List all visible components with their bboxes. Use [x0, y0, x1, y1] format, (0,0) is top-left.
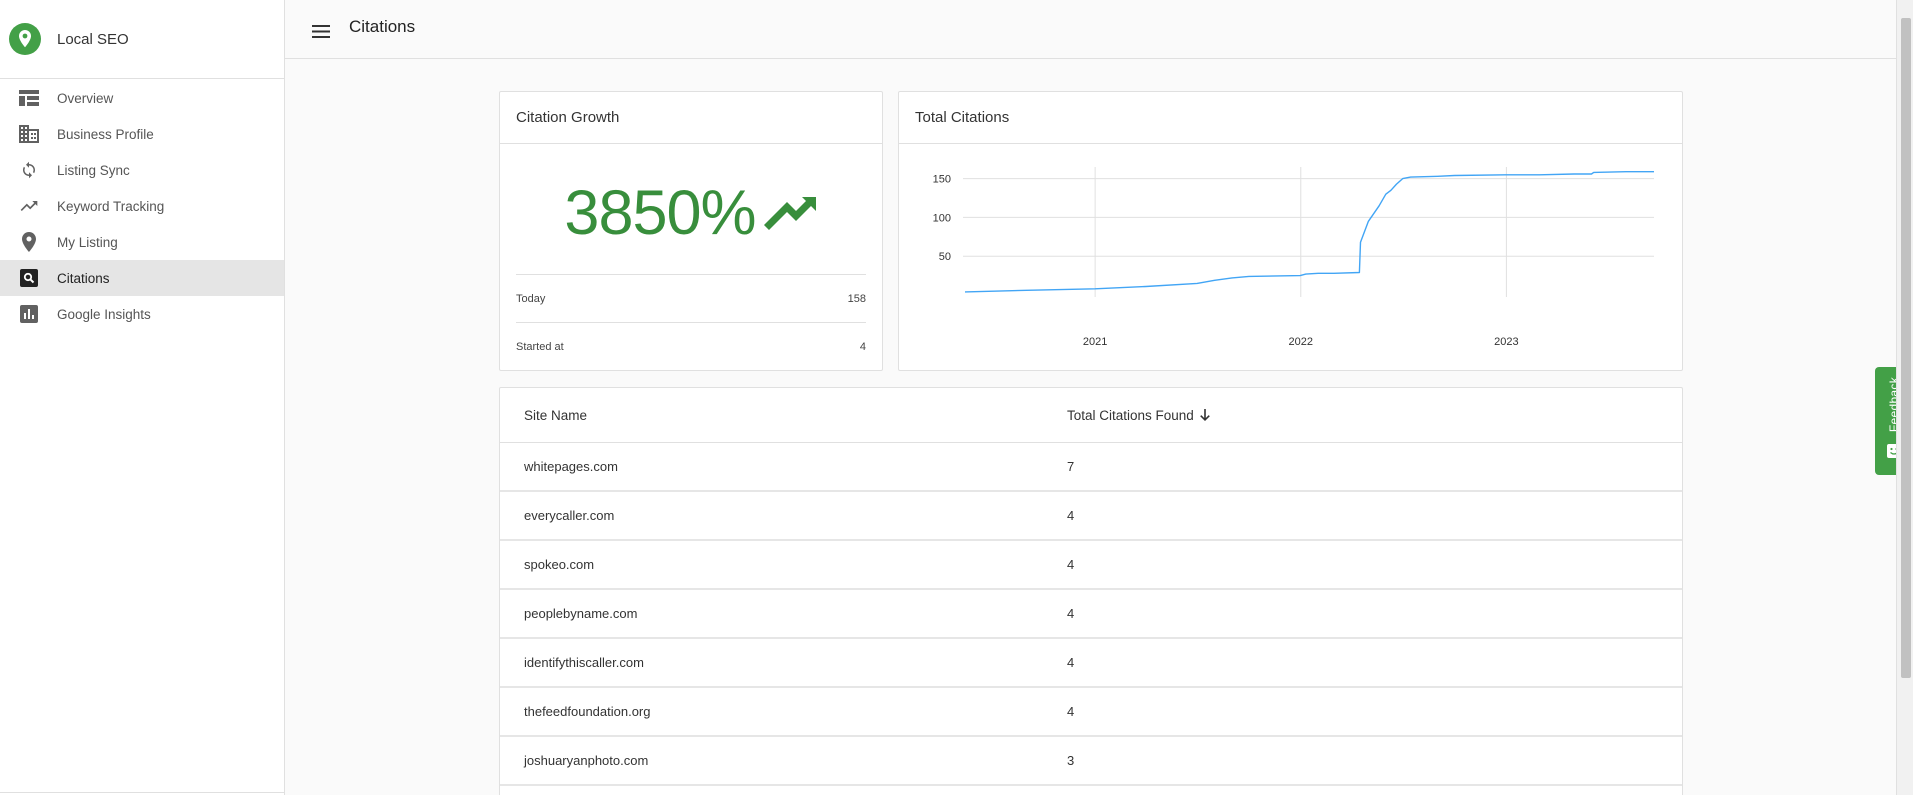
sidebar-item-label: Keyword Tracking: [57, 198, 165, 214]
sidebar-item-label: Business Profile: [57, 126, 154, 142]
growth-percentage: 3850%: [564, 178, 756, 248]
citations-count-cell: 4: [1067, 508, 1075, 523]
location-pin-logo-icon: [9, 23, 41, 55]
table-body: whitepages.com 7 everycaller.com 4 spokeo.co…: [500, 443, 1682, 786]
citations-count-cell: 7: [1067, 459, 1075, 474]
search-box-icon: [19, 268, 39, 288]
sidebar-item-label: Listing Sync: [57, 162, 130, 178]
citations-count-cell: 4: [1067, 557, 1075, 572]
sidebar-item-label: Overview: [57, 90, 114, 106]
card-title: Citation Growth: [500, 92, 882, 144]
stat-value: 158: [847, 292, 866, 305]
sidebar-item-google-insights[interactable]: Google Insights: [0, 296, 284, 332]
sidebar-nav: Overview Business Profile Listing Sync K…: [0, 79, 284, 332]
sidebar-item-label: Google Insights: [57, 306, 151, 322]
stat-row-started: Started at 4: [516, 322, 866, 370]
table-row[interactable]: identifythiscaller.com 4: [500, 639, 1682, 688]
stat-label: Today: [516, 292, 546, 305]
location-pin-icon: [19, 232, 39, 252]
stat-value: 4: [859, 340, 866, 353]
citations-count-cell: 3: [1067, 753, 1075, 768]
citation-growth-card: Citation Growth 3850% Today 158 Started …: [499, 91, 883, 371]
table-header: Site Name Total Citations Found: [500, 388, 1682, 443]
business-icon: [19, 124, 39, 144]
series-line: [964, 171, 1654, 293]
sidebar-item-my-listing[interactable]: My Listing: [0, 224, 284, 260]
menu-icon[interactable]: [311, 21, 331, 41]
sidebar-item-overview[interactable]: Overview: [0, 80, 284, 116]
site-name-cell: spokeo.com: [524, 557, 595, 572]
table-row[interactable]: thefeedfoundation.org 4: [500, 688, 1682, 737]
trending-up-icon: [762, 195, 818, 236]
citations-count-cell: 4: [1067, 655, 1075, 670]
column-header-label: Total Citations Found: [1067, 407, 1194, 423]
sidebar-item-label: Citations: [57, 270, 110, 286]
table-row[interactable]: everycaller.com 4: [500, 492, 1682, 541]
x-tick-label: 2023: [1494, 336, 1518, 348]
total-citations-card: Total Citations 50 100 150 2021 2022 2023: [898, 91, 1683, 371]
site-name-cell: thefeedfoundation.org: [524, 704, 651, 719]
sort-down-arrow-icon[interactable]: [1200, 409, 1210, 421]
y-tick-label: 150: [933, 174, 951, 186]
trending-icon: [19, 196, 39, 216]
citations-count-cell: 4: [1067, 606, 1075, 621]
top-bar: Citations: [285, 0, 1896, 59]
app-name: Local SEO: [57, 30, 129, 48]
table-row[interactable]: joshuaryanphoto.com 3: [500, 737, 1682, 786]
bar-chart-icon: [19, 304, 39, 324]
growth-summary: 3850%: [500, 144, 882, 274]
overview-icon: [19, 88, 39, 108]
page-scrollbar[interactable]: [1896, 0, 1913, 795]
site-name-cell: identifythiscaller.com: [524, 655, 644, 670]
sidebar-item-keyword-tracking[interactable]: Keyword Tracking: [0, 188, 284, 224]
sidebar: Local SEO Overview Business Profile List…: [0, 0, 285, 795]
brand[interactable]: Local SEO: [0, 0, 284, 79]
citations-table: Site Name Total Citations Found whitepag…: [499, 387, 1683, 795]
column-header-total-citations[interactable]: Total Citations Found: [1067, 408, 1682, 423]
card-title: Total Citations: [899, 92, 1682, 144]
total-citations-chart: 50 100 150 2021 2022 2023: [899, 145, 1682, 370]
scrollbar-thumb[interactable]: [1901, 18, 1911, 678]
stat-row-today: Today 158: [516, 274, 866, 322]
line-chart: 50 100 150 2021 2022 2023: [933, 167, 1654, 348]
site-name-cell: joshuaryanphoto.com: [524, 753, 649, 768]
x-tick-label: 2021: [1083, 336, 1107, 348]
site-name-cell: peoplebyname.com: [524, 606, 638, 621]
stat-label: Started at: [516, 340, 564, 353]
page-title: Citations: [349, 17, 416, 36]
sync-icon: [19, 160, 39, 180]
sidebar-item-listing-sync[interactable]: Listing Sync: [0, 152, 284, 188]
sidebar-item-citations[interactable]: Citations: [0, 260, 284, 296]
y-tick-label: 100: [933, 212, 951, 224]
table-row[interactable]: whitepages.com 7: [500, 443, 1682, 492]
sidebar-item-label: My Listing: [57, 234, 118, 250]
sidebar-divider: [0, 792, 284, 793]
table-row[interactable]: spokeo.com 4: [500, 541, 1682, 590]
column-header-site-name[interactable]: Site Name: [500, 408, 1067, 423]
y-tick-label: 50: [939, 251, 951, 263]
site-name-cell: everycaller.com: [524, 508, 615, 523]
table-row[interactable]: peoplebyname.com 4: [500, 590, 1682, 639]
sidebar-item-business-profile[interactable]: Business Profile: [0, 116, 284, 152]
citations-count-cell: 4: [1067, 704, 1075, 719]
site-name-cell: whitepages.com: [524, 459, 618, 474]
x-tick-label: 2022: [1289, 336, 1313, 348]
